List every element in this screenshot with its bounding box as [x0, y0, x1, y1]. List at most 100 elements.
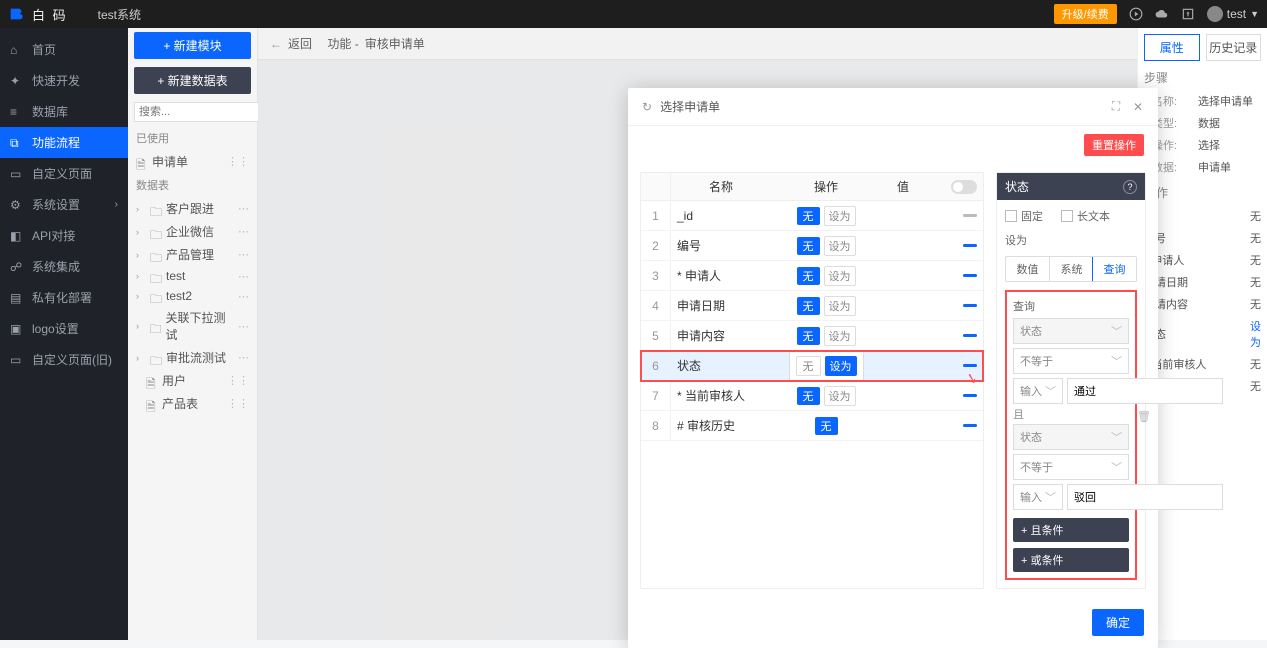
file-icon: 🗎 [136, 156, 148, 168]
more-icon[interactable]: ⋮⋮ [227, 155, 249, 168]
fixed-checkbox[interactable]: 固定 [1005, 208, 1043, 224]
cloud-icon[interactable] [1155, 7, 1169, 21]
toggle-indicator[interactable] [963, 394, 977, 397]
tab-number[interactable]: 数值 [1006, 257, 1049, 281]
nav-quick-dev[interactable]: ✦快速开发 [0, 65, 128, 96]
tab-history[interactable]: 历史记录 [1206, 34, 1262, 61]
more-icon[interactable]: ⋮⋮ [227, 397, 249, 410]
tree-folder[interactable]: ›🗀test⋯ [132, 266, 253, 286]
chevron-down-icon: ﹀ [1111, 353, 1122, 369]
nav-database[interactable]: ≡数据库 [0, 96, 128, 127]
nav-custom-page[interactable]: ▭自定义页面 [0, 158, 128, 189]
toggle-indicator[interactable] [963, 274, 977, 277]
reload-icon[interactable]: ↻ [642, 100, 652, 114]
nav-custom-page-old[interactable]: ▭自定义页面(旧) [0, 344, 128, 375]
grid-row[interactable]: 5申请内容无设为 [641, 321, 983, 351]
help-icon[interactable]: ? [1123, 180, 1137, 194]
tree-item[interactable]: 🗎产品表⋮⋮ [132, 392, 253, 415]
upload-icon[interactable] [1181, 7, 1195, 21]
value-input-2[interactable] [1067, 484, 1223, 510]
more-icon[interactable]: ⋯ [238, 270, 249, 283]
setas-button[interactable]: 设为 [824, 386, 856, 406]
more-icon[interactable]: ⋮⋮ [227, 374, 249, 387]
setas-button[interactable]: 设为 [824, 296, 856, 316]
delete-condition-icon[interactable]: 🗑 [1137, 410, 1151, 423]
more-icon[interactable]: ⋯ [238, 351, 249, 364]
nav-logo-settings[interactable]: ▣logo设置 [0, 313, 128, 344]
tab-query[interactable]: 查询 [1092, 256, 1137, 282]
close-icon[interactable]: ✕ [1132, 101, 1144, 113]
more-icon[interactable]: ⋯ [238, 290, 249, 303]
value-input-1[interactable] [1067, 378, 1223, 404]
column-toggle[interactable] [951, 180, 977, 194]
tree-folder[interactable]: ›🗀企业微信⋯ [132, 220, 253, 243]
op-row[interactable]: * 当前审核人无 [1144, 353, 1261, 375]
nav-workflow[interactable]: ⧉功能流程 [0, 127, 128, 158]
grid-row[interactable]: 7* 当前审核人无设为 [641, 381, 983, 411]
new-table-button[interactable]: + 新建数据表 [134, 67, 251, 94]
setas-button[interactable]: 设为 [825, 356, 857, 376]
op-row[interactable]: 申请内容无 [1144, 293, 1261, 315]
more-icon[interactable]: ⋯ [238, 225, 249, 238]
toggle-indicator[interactable] [963, 424, 977, 427]
field-select-2[interactable]: 状态﹀ [1013, 424, 1129, 450]
nav-integration[interactable]: ☍系统集成 [0, 251, 128, 282]
api-icon: ◧ [10, 229, 24, 243]
more-icon[interactable]: ⋯ [238, 202, 249, 215]
nav-home[interactable]: ⌂首页 [0, 34, 128, 65]
grid-row[interactable]: 1_id无设为 [641, 201, 983, 231]
modal-title: 选择申请单 [660, 98, 720, 115]
tab-properties[interactable]: 属性 [1144, 34, 1200, 61]
upgrade-button[interactable]: 升级/续费 [1054, 4, 1117, 24]
nav-private-deploy[interactable]: ▤私有化部署 [0, 282, 128, 313]
play-icon[interactable] [1129, 7, 1143, 21]
op-row[interactable]: 状态设为 [1144, 315, 1261, 353]
tree-folder[interactable]: ›🗀产品管理⋯ [132, 243, 253, 266]
reset-op-button[interactable]: 重置操作 [1084, 134, 1144, 156]
input-mode-1[interactable]: 输入﹀ [1013, 378, 1063, 404]
operator-select-2[interactable]: 不等于﹀ [1013, 454, 1129, 480]
op-row[interactable]: 申请日期无 [1144, 271, 1261, 293]
tab-system[interactable]: 系统 [1049, 257, 1093, 281]
input-mode-2[interactable]: 输入﹀ [1013, 484, 1063, 510]
tree-folder[interactable]: ›🗀test2⋯ [132, 286, 253, 306]
nav-settings[interactable]: ⚙系统设置› [0, 189, 128, 220]
grid-row[interactable]: 2编号无设为 [641, 231, 983, 261]
op-row[interactable]: * 申请人无 [1144, 249, 1261, 271]
grid-row[interactable]: 3* 申请人无设为 [641, 261, 983, 291]
setas-button[interactable]: 设为 [824, 206, 856, 226]
chevron-down-icon: ﹀ [1045, 383, 1056, 399]
expand-icon[interactable]: ⛶ [1110, 101, 1122, 113]
toggle-indicator[interactable] [963, 334, 977, 337]
setas-button[interactable]: 设为 [824, 266, 856, 286]
new-module-button[interactable]: + 新建模块 [134, 32, 251, 59]
tree-folder[interactable]: ›🗀关联下拉测试⋯ [132, 306, 253, 346]
user-menu[interactable]: test ▼ [1207, 6, 1259, 22]
toggle-indicator[interactable] [963, 304, 977, 307]
grid-row[interactable]: 4申请日期无设为 [641, 291, 983, 321]
toggle-indicator[interactable] [963, 214, 977, 217]
tree-item[interactable]: 🗎用户⋮⋮ [132, 369, 253, 392]
folder-icon: 🗀 [150, 320, 162, 332]
op-row[interactable]: _id无 [1144, 205, 1261, 227]
setas-button[interactable]: 设为 [824, 326, 856, 346]
field-select-1[interactable]: 状态﹀ [1013, 318, 1129, 344]
grid-row[interactable]: 8# 审核历史无 [641, 411, 983, 441]
add-and-button[interactable]: + 且条件 [1013, 518, 1129, 542]
caret-down-icon: ▼ [1250, 9, 1259, 19]
more-icon[interactable]: ⋯ [238, 248, 249, 261]
op-row[interactable]: 编号无 [1144, 227, 1261, 249]
more-icon[interactable]: ⋯ [238, 320, 249, 333]
tree-folder[interactable]: ›🗀客户跟进⋯ [132, 197, 253, 220]
longtext-checkbox[interactable]: 长文本 [1061, 208, 1110, 224]
add-or-button[interactable]: + 或条件 [1013, 548, 1129, 572]
nav-api[interactable]: ◧API对接 [0, 220, 128, 251]
grid-row[interactable]: 6状态无设为 [641, 351, 983, 381]
tree-folder[interactable]: ›🗀审批流测试⋯ [132, 346, 253, 369]
operator-select-1[interactable]: 不等于﹀ [1013, 348, 1129, 374]
toggle-indicator[interactable] [963, 244, 977, 247]
setas-button[interactable]: 设为 [824, 236, 856, 256]
used-item[interactable]: 🗎申请单⋮⋮ [132, 150, 253, 173]
toggle-indicator[interactable] [963, 364, 977, 367]
ok-button[interactable]: 确定 [1092, 609, 1144, 636]
